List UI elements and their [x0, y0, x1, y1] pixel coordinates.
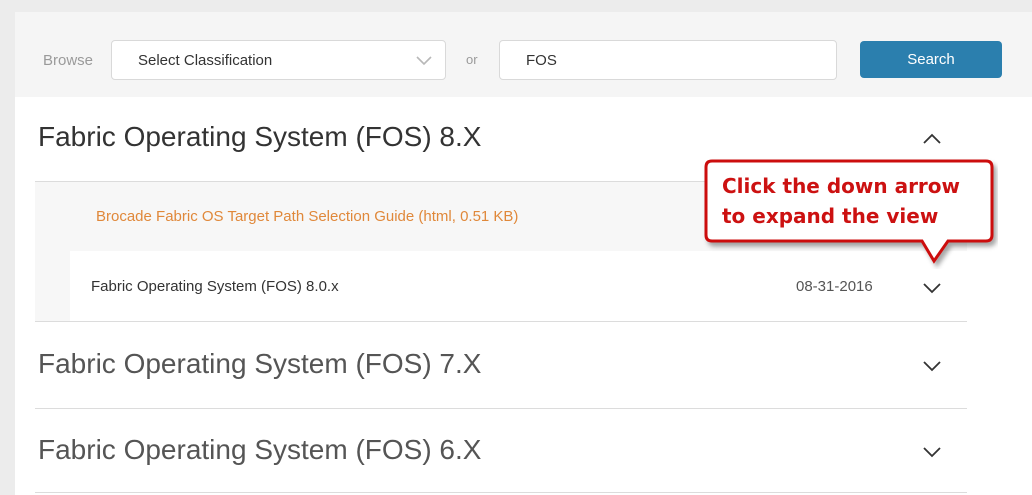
- version-date: 08-31-2016: [796, 278, 873, 295]
- search-input[interactable]: [499, 40, 837, 80]
- version-label: Fabric Operating System (FOS) 8.0.x: [91, 278, 339, 295]
- target-path-guide-link[interactable]: Brocade Fabric OS Target Path Selection …: [96, 208, 518, 225]
- classification-select[interactable]: Select Classification: [111, 40, 446, 80]
- chevron-down-icon[interactable]: [922, 445, 942, 459]
- or-label: or: [466, 52, 478, 67]
- left-gray-strip: [0, 0, 15, 495]
- classification-select-value: Select Classification: [138, 52, 273, 69]
- chevron-up-icon[interactable]: [922, 132, 942, 146]
- section-header-fos-6x[interactable]: Fabric Operating System (FOS) 6.X: [35, 408, 967, 494]
- section-title: Fabric Operating System (FOS) 7.X: [38, 348, 482, 379]
- search-button[interactable]: Search: [860, 41, 1002, 78]
- browse-label: Browse: [43, 52, 94, 69]
- page: Browse Select Classification or Search F…: [0, 0, 1032, 495]
- section-title: Fabric Operating System (FOS) 6.X: [38, 434, 482, 465]
- section-title: Fabric Operating System (FOS) 8.X: [38, 121, 482, 152]
- chevron-down-icon: [416, 56, 432, 66]
- callout-text: Click the down arrow to expand the view: [722, 171, 960, 231]
- callout-line-1: Click the down arrow: [722, 174, 961, 198]
- callout-line-2: to expand the view: [722, 204, 939, 228]
- section-header-fos-7x[interactable]: Fabric Operating System (FOS) 7.X: [35, 322, 967, 408]
- chevron-down-icon[interactable]: [922, 281, 942, 295]
- chevron-down-icon[interactable]: [922, 359, 942, 373]
- callout-annotation: Click the down arrow to expand the view: [702, 157, 998, 269]
- section-divider: [35, 492, 967, 493]
- top-gray-strip: [0, 0, 1032, 12]
